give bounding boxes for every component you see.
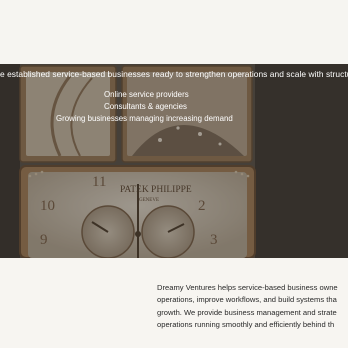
hero-section: 10 9 11 2 3 PATEK PHILIPPE GENEVE e esta…: [0, 64, 348, 258]
about-line: operations, improve workflows, and build…: [157, 295, 337, 305]
about-line: operations running smoothly and efficien…: [157, 319, 335, 329]
about-line: Dreamy Ventures helps service-based busi…: [157, 283, 338, 292]
about-paragraph: Dreamy Ventures helps service-based busi…: [157, 282, 348, 331]
about-section: Dreamy Ventures helps service-based busi…: [0, 258, 348, 348]
audience-item: Consultants & agencies: [104, 102, 187, 111]
header-band: [0, 0, 348, 64]
audience-item: Online service providers: [104, 90, 189, 99]
audience-item: Growing businesses managing increasing d…: [56, 114, 233, 123]
hero-tagline: e established service-based businesses r…: [0, 69, 348, 79]
about-line: growth. We provide business management a…: [157, 307, 337, 317]
